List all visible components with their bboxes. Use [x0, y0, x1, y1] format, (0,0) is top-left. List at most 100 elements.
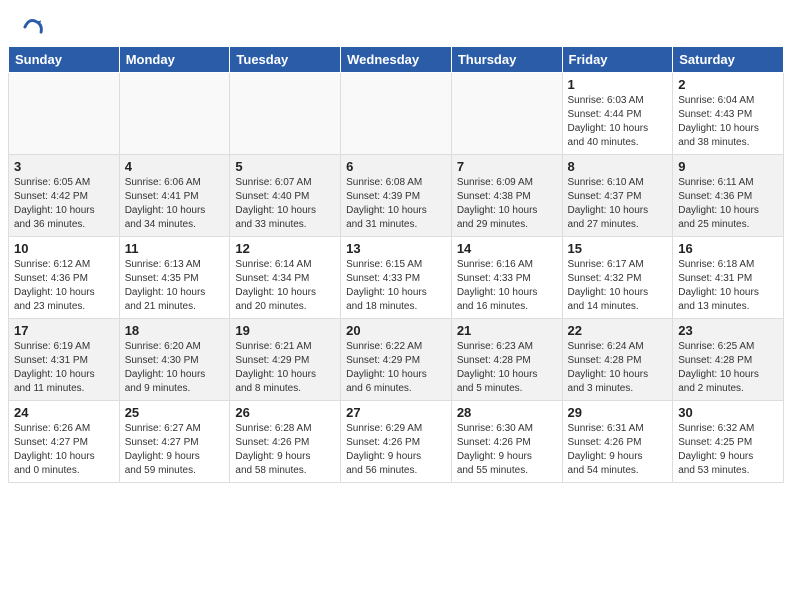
- day-number: 4: [125, 159, 225, 174]
- calendar-cell: 7 Sunrise: 6:09 AM Sunset: 4:38 PM Daylig…: [451, 155, 562, 237]
- calendar-cell: 18 Sunrise: 6:20 AM Sunset: 4:30 PM Dayli…: [119, 319, 230, 401]
- day-info: Sunrise: 6:11 AM Sunset: 4:36 PM Dayligh…: [678, 176, 778, 232]
- calendar-cell: 2 Sunrise: 6:04 AM Sunset: 4:43 PM Daylig…: [673, 73, 784, 155]
- day-number: 16: [678, 241, 778, 256]
- calendar-table: SundayMondayTuesdayWednesdayThursdayFrid…: [8, 46, 784, 483]
- day-number: 1: [568, 77, 668, 92]
- calendar-cell: 25 Sunrise: 6:27 AM Sunset: 4:27 PM Dayli…: [119, 401, 230, 483]
- day-info: Sunrise: 6:23 AM Sunset: 4:28 PM Dayligh…: [457, 340, 557, 396]
- page-header: [0, 0, 792, 46]
- calendar-cell: 6 Sunrise: 6:08 AM Sunset: 4:39 PM Daylig…: [341, 155, 452, 237]
- day-info: Sunrise: 6:21 AM Sunset: 4:29 PM Dayligh…: [235, 340, 335, 396]
- day-info: Sunrise: 6:17 AM Sunset: 4:32 PM Dayligh…: [568, 258, 668, 314]
- day-number: 25: [125, 405, 225, 420]
- day-number: 6: [346, 159, 446, 174]
- day-info: Sunrise: 6:19 AM Sunset: 4:31 PM Dayligh…: [14, 340, 114, 396]
- logo-icon: [22, 16, 44, 38]
- day-info: Sunrise: 6:07 AM Sunset: 4:40 PM Dayligh…: [235, 176, 335, 232]
- calendar-cell: 30Sunrise: 6:32 AM Sunset: 4:25 PM Dayli…: [673, 401, 784, 483]
- calendar-cell: 8 Sunrise: 6:10 AM Sunset: 4:37 PM Daylig…: [562, 155, 673, 237]
- day-number: 3: [14, 159, 114, 174]
- day-info: Sunrise: 6:31 AM Sunset: 4:26 PM Dayligh…: [568, 422, 668, 478]
- day-info: Sunrise: 6:05 AM Sunset: 4:42 PM Dayligh…: [14, 176, 114, 232]
- day-number: 12: [235, 241, 335, 256]
- day-info: Sunrise: 6:08 AM Sunset: 4:39 PM Dayligh…: [346, 176, 446, 232]
- day-number: 11: [125, 241, 225, 256]
- weekday-header-sunday: Sunday: [9, 47, 120, 73]
- day-info: Sunrise: 6:29 AM Sunset: 4:26 PM Dayligh…: [346, 422, 446, 478]
- day-number: 18: [125, 323, 225, 338]
- day-info: Sunrise: 6:16 AM Sunset: 4:33 PM Dayligh…: [457, 258, 557, 314]
- day-number: 29: [568, 405, 668, 420]
- day-number: 27: [346, 405, 446, 420]
- calendar-cell: 3 Sunrise: 6:05 AM Sunset: 4:42 PM Daylig…: [9, 155, 120, 237]
- day-info: Sunrise: 6:30 AM Sunset: 4:26 PM Dayligh…: [457, 422, 557, 478]
- day-info: Sunrise: 6:06 AM Sunset: 4:41 PM Dayligh…: [125, 176, 225, 232]
- day-info: Sunrise: 6:14 AM Sunset: 4:34 PM Dayligh…: [235, 258, 335, 314]
- day-info: Sunrise: 6:32 AM Sunset: 4:25 PM Dayligh…: [678, 422, 778, 478]
- calendar-cell: 21 Sunrise: 6:23 AM Sunset: 4:28 PM Dayli…: [451, 319, 562, 401]
- day-info: Sunrise: 6:26 AM Sunset: 4:27 PM Dayligh…: [14, 422, 114, 478]
- calendar-cell: 29 Sunrise: 6:31 AM Sunset: 4:26 PM Dayli…: [562, 401, 673, 483]
- calendar-cell: 15 Sunrise: 6:17 AM Sunset: 4:32 PM Dayli…: [562, 237, 673, 319]
- day-info: Sunrise: 6:22 AM Sunset: 4:29 PM Dayligh…: [346, 340, 446, 396]
- day-number: 26: [235, 405, 335, 420]
- day-info: Sunrise: 6:10 AM Sunset: 4:37 PM Dayligh…: [568, 176, 668, 232]
- calendar-cell: 19 Sunrise: 6:21 AM Sunset: 4:29 PM Dayli…: [230, 319, 341, 401]
- calendar-cell: 22Sunrise: 6:24 AM Sunset: 4:28 PM Dayli…: [562, 319, 673, 401]
- day-number: 20: [346, 323, 446, 338]
- day-info: Sunrise: 6:24 AM Sunset: 4:28 PM Dayligh…: [568, 340, 668, 396]
- day-info: Sunrise: 6:12 AM Sunset: 4:36 PM Dayligh…: [14, 258, 114, 314]
- calendar-cell: 9 Sunrise: 6:11 AM Sunset: 4:36 PM Daylig…: [673, 155, 784, 237]
- day-info: Sunrise: 6:15 AM Sunset: 4:33 PM Dayligh…: [346, 258, 446, 314]
- day-info: Sunrise: 6:09 AM Sunset: 4:38 PM Dayligh…: [457, 176, 557, 232]
- day-number: 15: [568, 241, 668, 256]
- calendar-cell: [9, 73, 120, 155]
- calendar-cell: 4 Sunrise: 6:06 AM Sunset: 4:41 PM Daylig…: [119, 155, 230, 237]
- weekday-header-thursday: Thursday: [451, 47, 562, 73]
- day-number: 13: [346, 241, 446, 256]
- day-info: Sunrise: 6:18 AM Sunset: 4:31 PM Dayligh…: [678, 258, 778, 314]
- day-info: Sunrise: 6:27 AM Sunset: 4:27 PM Dayligh…: [125, 422, 225, 478]
- day-number: 9: [678, 159, 778, 174]
- day-info: Sunrise: 6:20 AM Sunset: 4:30 PM Dayligh…: [125, 340, 225, 396]
- calendar-cell: 11 Sunrise: 6:13 AM Sunset: 4:35 PM Dayli…: [119, 237, 230, 319]
- calendar-cell: 24 Sunrise: 6:26 AM Sunset: 4:27 PM Dayli…: [9, 401, 120, 483]
- day-number: 17: [14, 323, 114, 338]
- day-number: 5: [235, 159, 335, 174]
- calendar-cell: [230, 73, 341, 155]
- logo: [20, 16, 46, 38]
- calendar-cell: 10 Sunrise: 6:12 AM Sunset: 4:36 PM Dayli…: [9, 237, 120, 319]
- day-info: Sunrise: 6:03 AM Sunset: 4:44 PM Dayligh…: [568, 94, 668, 150]
- day-number: 10: [14, 241, 114, 256]
- day-info: Sunrise: 6:13 AM Sunset: 4:35 PM Dayligh…: [125, 258, 225, 314]
- day-number: 24: [14, 405, 114, 420]
- day-number: 28: [457, 405, 557, 420]
- calendar-cell: 1 Sunrise: 6:03 AM Sunset: 4:44 PM Daylig…: [562, 73, 673, 155]
- calendar-cell: [451, 73, 562, 155]
- day-info: Sunrise: 6:28 AM Sunset: 4:26 PM Dayligh…: [235, 422, 335, 478]
- calendar-cell: 13 Sunrise: 6:15 AM Sunset: 4:33 PM Dayli…: [341, 237, 452, 319]
- calendar-cell: 23 Sunrise: 6:25 AM Sunset: 4:28 PM Dayli…: [673, 319, 784, 401]
- calendar-cell: 5 Sunrise: 6:07 AM Sunset: 4:40 PM Daylig…: [230, 155, 341, 237]
- calendar-cell: 26 Sunrise: 6:28 AM Sunset: 4:26 PM Dayli…: [230, 401, 341, 483]
- weekday-header-monday: Monday: [119, 47, 230, 73]
- day-number: 19: [235, 323, 335, 338]
- day-number: 21: [457, 323, 557, 338]
- day-info: Sunrise: 6:25 AM Sunset: 4:28 PM Dayligh…: [678, 340, 778, 396]
- day-number: 7: [457, 159, 557, 174]
- calendar-cell: 28 Sunrise: 6:30 AM Sunset: 4:26 PM Dayli…: [451, 401, 562, 483]
- weekday-header-wednesday: Wednesday: [341, 47, 452, 73]
- calendar-cell: [119, 73, 230, 155]
- day-number: 23: [678, 323, 778, 338]
- calendar-cell: 17 Sunrise: 6:19 AM Sunset: 4:31 PM Dayli…: [9, 319, 120, 401]
- day-number: 2: [678, 77, 778, 92]
- calendar-cell: [341, 73, 452, 155]
- calendar-cell: 20 Sunrise: 6:22 AM Sunset: 4:29 PM Dayli…: [341, 319, 452, 401]
- day-number: 8: [568, 159, 668, 174]
- calendar-cell: 14 Sunrise: 6:16 AM Sunset: 4:33 PM Dayli…: [451, 237, 562, 319]
- day-number: 14: [457, 241, 557, 256]
- day-info: Sunrise: 6:04 AM Sunset: 4:43 PM Dayligh…: [678, 94, 778, 150]
- calendar-cell: 12 Sunrise: 6:14 AM Sunset: 4:34 PM Dayli…: [230, 237, 341, 319]
- calendar-cell: 27 Sunrise: 6:29 AM Sunset: 4:26 PM Dayli…: [341, 401, 452, 483]
